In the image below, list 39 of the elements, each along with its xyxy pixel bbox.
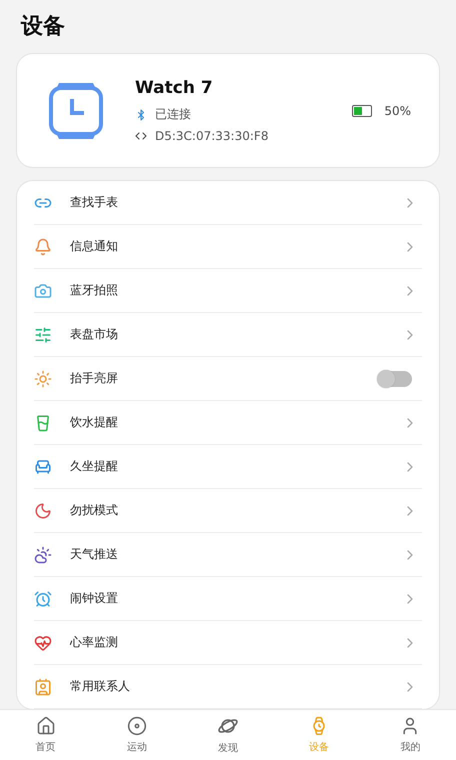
camera-icon bbox=[34, 282, 52, 300]
menu-item[interactable]: 心率监测 bbox=[70, 634, 384, 651]
sliders-icon bbox=[34, 326, 52, 344]
device-address: D5:3C:07:33:30:F8 bbox=[155, 129, 268, 143]
cloud-sun-icon bbox=[34, 546, 52, 564]
chair-icon bbox=[34, 458, 52, 476]
nav-tab[interactable]: 首页 bbox=[0, 710, 92, 760]
menu-item[interactable]: 表盘市场 bbox=[70, 326, 384, 343]
nav-tab[interactable]: 运动 bbox=[91, 710, 182, 760]
glass-icon bbox=[34, 414, 52, 432]
code-icon bbox=[135, 130, 147, 142]
disc-icon bbox=[126, 716, 147, 736]
device-name: Watch 7 bbox=[135, 78, 214, 98]
battery-reading: 50% bbox=[384, 104, 411, 118]
connection-status: 已连接 bbox=[155, 106, 191, 123]
page-title: 设备 bbox=[21, 13, 66, 41]
menu-item[interactable]: 饮水提醒 bbox=[70, 414, 384, 431]
menu-item[interactable]: 勿扰模式 bbox=[70, 502, 384, 519]
sun-icon bbox=[34, 370, 52, 388]
menu-item[interactable]: 天气推送 bbox=[70, 546, 384, 563]
nav-tab[interactable]: 发现 bbox=[182, 710, 274, 760]
menu-item[interactable]: 蓝牙拍照 bbox=[70, 282, 384, 299]
toggle-switch[interactable] bbox=[378, 370, 412, 386]
menu-item[interactable]: 闹钟设置 bbox=[70, 590, 384, 607]
menu-item[interactable]: 查找手表 bbox=[70, 194, 384, 211]
moon-icon bbox=[34, 502, 52, 520]
menu-item[interactable]: 抬手亮屏 bbox=[70, 370, 360, 387]
heart-pulse-icon bbox=[34, 634, 52, 652]
battery-icon bbox=[352, 104, 372, 116]
menu-item[interactable]: 常用联系人 bbox=[70, 678, 384, 695]
menu-item[interactable]: 信息通知 bbox=[70, 238, 384, 255]
menu-item[interactable]: 久坐提醒 bbox=[70, 458, 384, 475]
nav-tab[interactable]: 我的 bbox=[364, 710, 456, 760]
alarm-clock-icon bbox=[34, 590, 52, 608]
bell-icon bbox=[34, 238, 52, 256]
home-icon bbox=[36, 716, 56, 736]
contact-icon bbox=[34, 678, 52, 696]
bluetooth-icon bbox=[135, 108, 147, 120]
device-card[interactable]: Watch 7 已连接 D5:3C:07:33:30:F8 50% bbox=[17, 54, 439, 167]
